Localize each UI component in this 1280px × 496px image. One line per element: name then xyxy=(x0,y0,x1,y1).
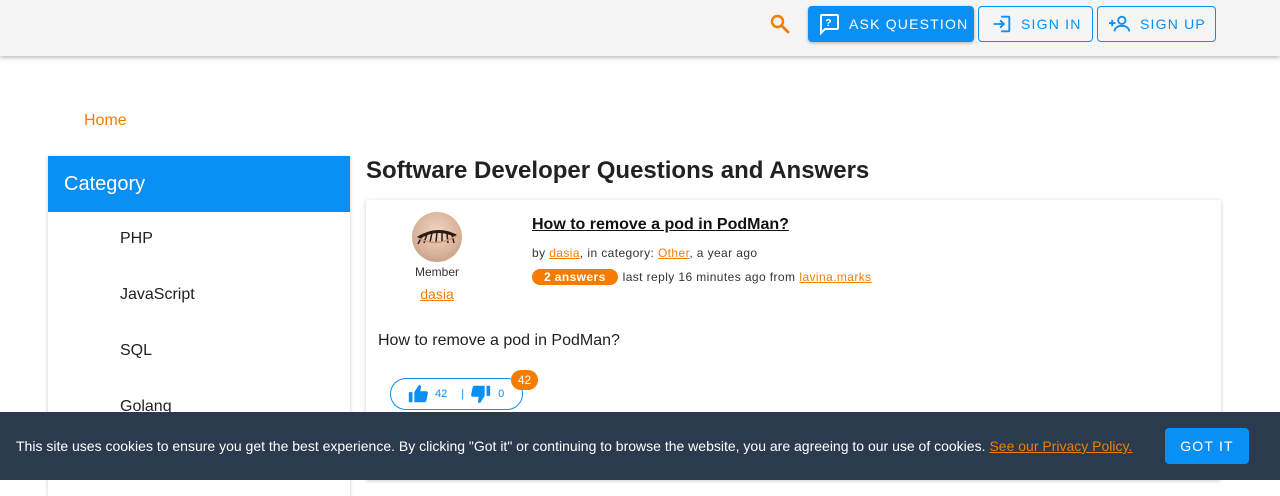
privacy-policy-link[interactable]: See our Privacy Policy. xyxy=(989,438,1132,454)
sidebar-item-php[interactable]: PHP xyxy=(48,212,350,268)
top-navbar: ? Ask question Sign in Sign up xyxy=(0,0,1280,56)
person-add-icon xyxy=(1109,15,1131,32)
meta-author-link[interactable]: dasia xyxy=(549,246,580,260)
question-meta: by dasia, in category: Other, a year ago xyxy=(532,246,758,260)
ask-question-button[interactable]: ? Ask question xyxy=(808,6,974,42)
ask-question-label: Ask question xyxy=(849,16,969,32)
avatar[interactable] xyxy=(412,212,462,262)
author-link[interactable]: dasia xyxy=(396,286,478,302)
question-body: How to remove a pod in PodMan? xyxy=(378,332,620,349)
sign-up-button[interactable]: Sign up xyxy=(1097,6,1216,42)
question-title[interactable]: How to remove a pod in PodMan? xyxy=(532,216,789,234)
downvote-count: 0 xyxy=(498,388,505,400)
got-it-button[interactable]: Got it xyxy=(1165,428,1249,464)
question-age: , a year ago xyxy=(689,246,758,260)
question-answer-icon: ? xyxy=(820,14,839,36)
by-label: by xyxy=(532,246,546,260)
breadcrumb-home[interactable]: Home xyxy=(84,112,127,130)
vote-widget: 42 | 0 xyxy=(390,378,523,410)
login-icon xyxy=(993,15,1011,33)
last-reply-user-link[interactable]: lavina.marks xyxy=(799,270,871,284)
author-role: Member xyxy=(414,265,459,279)
thumb-up-icon[interactable] xyxy=(407,383,429,405)
eyelash-avatar-image xyxy=(417,230,457,245)
cookie-banner: This site uses cookies to ensure you get… xyxy=(0,412,1280,480)
answers-badge[interactable]: 2 answers xyxy=(532,269,618,285)
answer-info: 2 answers last reply 16 minutes ago from… xyxy=(532,269,872,285)
sidebar-item-sql[interactable]: SQL xyxy=(48,324,350,380)
svg-text:?: ? xyxy=(825,18,832,29)
thumb-down-icon[interactable] xyxy=(470,383,492,405)
sidebar-title: Category xyxy=(48,156,350,212)
category-link[interactable]: Other xyxy=(658,246,689,260)
cookie-text: This site uses cookies to ensure you get… xyxy=(16,438,986,454)
sign-up-label: Sign up xyxy=(1140,16,1206,32)
sign-in-label: Sign in xyxy=(1021,16,1082,32)
search-button[interactable] xyxy=(764,8,796,40)
page-title: Software Developer Questions and Answers xyxy=(366,157,870,184)
category-label: , in category: xyxy=(579,246,655,260)
sign-in-button[interactable]: Sign in xyxy=(978,6,1093,42)
last-reply-text: last reply 16 minutes ago from xyxy=(622,270,796,284)
score-badge: 42 xyxy=(511,370,538,390)
search-icon xyxy=(770,14,790,34)
vote-separator: | xyxy=(461,388,465,400)
upvote-count: 42 xyxy=(435,388,448,400)
sidebar-item-javascript[interactable]: JavaScript xyxy=(48,268,350,324)
